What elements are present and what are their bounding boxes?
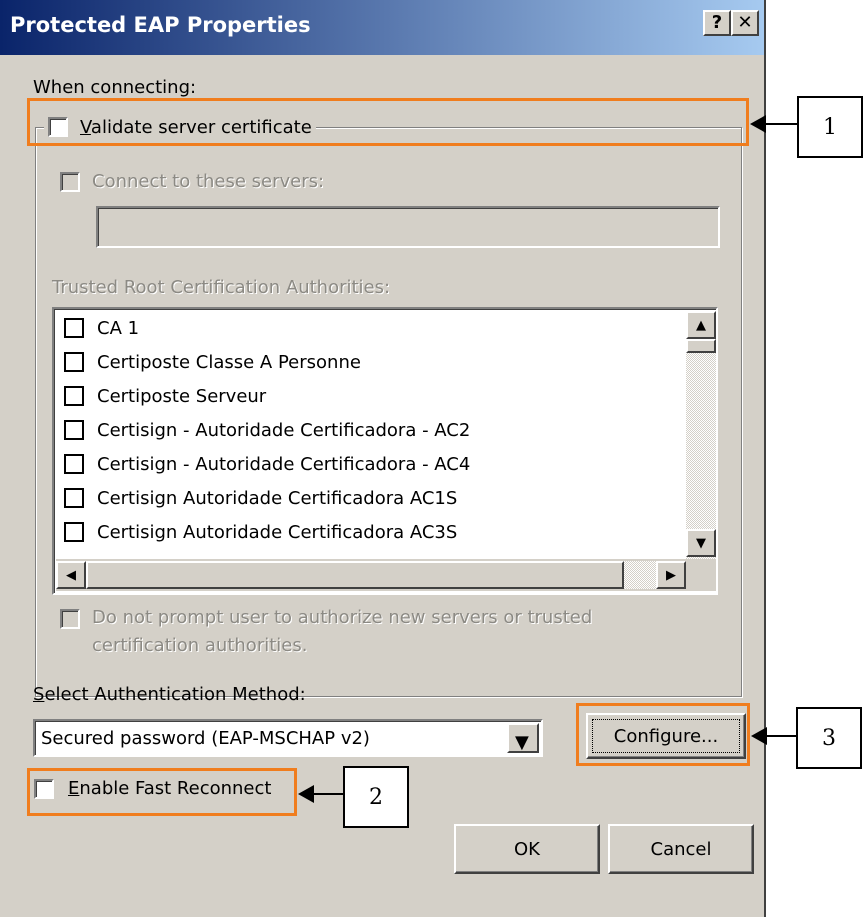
scroll-up-button[interactable]: ▲	[686, 311, 716, 339]
arrow-right-icon: ▶	[666, 567, 676, 583]
list-item-label: Certisign - Autoridade Certificadora - A…	[97, 453, 471, 475]
list-item-label: Certisign Autoridade Certificadora AC1S	[97, 487, 458, 509]
connect-servers-label: Connect to these servers:	[92, 171, 325, 192]
scroll-left-button[interactable]: ◀	[56, 561, 86, 589]
highlight-validate-certificate	[27, 98, 749, 146]
horizontal-scroll-track-end[interactable]	[624, 561, 656, 589]
callout-2: 2	[343, 766, 409, 828]
list-item-checkbox[interactable]	[64, 454, 84, 474]
ok-button[interactable]: OK	[454, 824, 600, 874]
callout-arrow-1	[750, 115, 798, 133]
help-button[interactable]: ?	[703, 10, 731, 36]
trusted-root-label: Trusted Root Certification Authorities:	[52, 277, 391, 298]
list-item-checkbox[interactable]	[64, 318, 84, 338]
arrow-up-icon: ▲	[696, 317, 706, 333]
window-title: Protected EAP Properties	[10, 13, 311, 37]
no-prompt-label-line1: Do not prompt user to authorize new serv…	[92, 607, 593, 628]
list-item-label: Certiposte Serveur	[97, 385, 267, 407]
chevron-down-icon: ▼	[515, 732, 529, 753]
servers-input[interactable]	[96, 206, 720, 248]
select-auth-method-text: elect Authentication Method:	[44, 684, 306, 705]
list-item[interactable]: CA 1	[64, 311, 139, 345]
list-item[interactable]: Certisign - Autoridade Certificadora - A…	[64, 447, 470, 481]
list-item[interactable]: Certisign Autoridade Certificadora AC1S	[64, 481, 457, 515]
list-item-label: Certisign - Autoridade Certificadora - A…	[97, 419, 471, 441]
list-item[interactable]: Certiposte Serveur	[64, 379, 266, 413]
list-item-label: CA 1	[97, 317, 140, 339]
cancel-button[interactable]: Cancel	[608, 824, 754, 874]
list-item-checkbox[interactable]	[64, 386, 84, 406]
no-prompt-checkbox[interactable]	[60, 609, 80, 629]
list-item[interactable]: Certisign - Autoridade Certificadora - A…	[64, 413, 470, 447]
vertical-scroll-thumb[interactable]	[686, 339, 716, 353]
highlight-fast-reconnect	[27, 768, 297, 816]
callout-1: 1	[797, 96, 863, 158]
auth-method-select[interactable]: Secured password (EAP-MSCHAP v2) ▼	[33, 719, 543, 757]
title-bar[interactable]: Protected EAP Properties ? ✕	[0, 0, 764, 55]
no-prompt-label-line2: certification authorities.	[92, 635, 308, 656]
arrow-down-icon: ▼	[696, 535, 706, 551]
list-item[interactable]: Certisign Autoridade Certificadora AC3S	[64, 515, 457, 549]
trusted-authorities-list[interactable]: CA 1 Certiposte Classe A Personne Certip…	[52, 307, 718, 595]
scrollbar-corner	[686, 559, 716, 591]
list-item[interactable]: Certiposte Classe A Personne	[64, 345, 361, 379]
callout-arrow-2	[298, 785, 344, 803]
select-auth-method-label: Select Authentication Method:	[33, 684, 306, 705]
close-button[interactable]: ✕	[731, 10, 759, 36]
callout-3: 3	[796, 707, 862, 769]
when-connecting-label: When connecting:	[33, 77, 197, 98]
highlight-configure-button	[576, 703, 750, 766]
list-item-checkbox[interactable]	[64, 522, 84, 542]
arrow-left-icon: ◀	[66, 567, 76, 583]
list-item-label: Certisign Autoridade Certificadora AC3S	[97, 521, 458, 543]
horizontal-scroll-thumb[interactable]	[86, 561, 624, 589]
callout-arrow-3	[751, 727, 797, 745]
scroll-right-button[interactable]: ▶	[656, 561, 686, 589]
connect-servers-checkbox[interactable]	[60, 172, 80, 192]
scroll-down-button[interactable]: ▼	[686, 529, 716, 557]
list-item-checkbox[interactable]	[64, 420, 84, 440]
auth-method-value: Secured password (EAP-MSCHAP v2)	[41, 728, 370, 749]
list-item-label: Certiposte Classe A Personne	[97, 351, 361, 373]
dropdown-button[interactable]: ▼	[507, 723, 539, 753]
list-item-checkbox[interactable]	[64, 352, 84, 372]
list-item-checkbox[interactable]	[64, 488, 84, 508]
